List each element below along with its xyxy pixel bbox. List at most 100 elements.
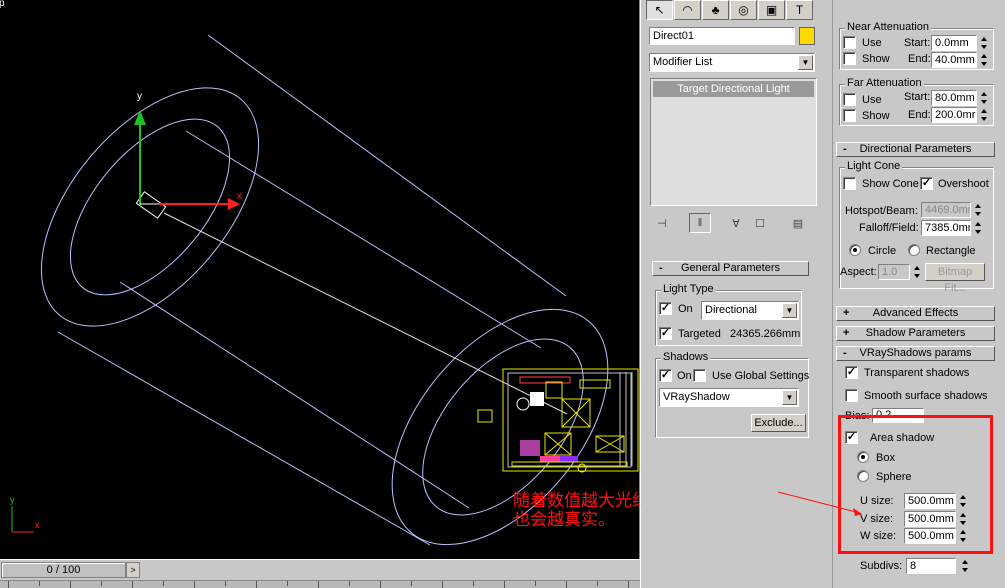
configure-modifier-sets-icon[interactable]: ▤ [787, 213, 809, 233]
chevron-down-icon[interactable]: ▼ [782, 390, 797, 405]
show-end-result-icon[interactable]: ‖ [689, 213, 711, 233]
corner-axis-y: y [10, 495, 15, 505]
falloff-label: Falloff/Field: [859, 222, 919, 234]
modifier-list-dropdown[interactable]: Modifier List ▼ [649, 53, 815, 72]
remove-modifier-icon[interactable]: ☐ [749, 213, 771, 233]
make-unique-icon[interactable]: ∀ [725, 213, 747, 233]
light-type-dropdown[interactable]: Directional ▼ [701, 301, 799, 320]
use-global-settings-label: Use Global Settings [712, 370, 810, 382]
rollout-title: General Parameters [680, 262, 781, 274]
display-tab-icon[interactable]: ▣ [758, 0, 785, 20]
far-end-spinner[interactable] [980, 108, 989, 122]
modifier-list-label: Modifier List [653, 56, 713, 68]
shadows-on-label: On [677, 370, 692, 382]
group-label: Far Attenuation [845, 77, 924, 90]
far-end-field[interactable]: 200.0mr [931, 107, 977, 123]
track-tick [225, 581, 226, 586]
shadow-type-dropdown[interactable]: VRayShadow ▼ [659, 388, 799, 407]
transparent-shadows-checkbox[interactable]: ✓ [845, 366, 858, 379]
hotspot-field[interactable]: 4469.0mm [921, 202, 971, 218]
shadows-on-checkbox[interactable]: ✓ [659, 369, 672, 382]
modifier-stack[interactable]: Target Directional Light [650, 78, 817, 206]
far-start-field[interactable]: 80.0mm [931, 90, 977, 106]
targeted-checkbox[interactable]: ✓ [659, 327, 672, 340]
aspect-field[interactable]: 1.0 [878, 264, 910, 280]
track-tick [70, 581, 71, 588]
far-start-spinner[interactable] [980, 91, 989, 105]
pin-stack-icon[interactable]: ⊣ [651, 213, 673, 233]
hotspot-spinner[interactable] [974, 203, 983, 217]
track-tick [132, 581, 133, 588]
rectangle-label: Rectangle [926, 245, 976, 257]
far-show-checkbox[interactable] [843, 109, 856, 122]
viewport-top[interactable]: x y y x 随着数值越大光 也会越真实。 [0, 0, 640, 559]
near-start-field[interactable]: 0.0mm [931, 35, 977, 51]
far-use-checkbox[interactable] [843, 93, 856, 106]
overshoot-checkbox[interactable]: ✓ [920, 177, 933, 190]
near-show-checkbox[interactable] [843, 52, 856, 65]
near-end-spinner[interactable] [980, 53, 989, 67]
modify-tab-icon[interactable]: ◠ [674, 0, 701, 20]
track-tick [163, 581, 164, 586]
track-tick [473, 581, 474, 586]
near-use-checkbox[interactable] [843, 36, 856, 49]
utilities-tab-icon[interactable]: T [786, 0, 813, 20]
bitmap-fit-button[interactable]: Bitmap Fit... [925, 263, 985, 294]
annotation-text: 随着数值越大光线就回越虚 也会越真实。 [513, 491, 639, 530]
annotation-line-1: 随着数值越大光线就回越虚 [513, 491, 639, 511]
track-tick [287, 581, 288, 586]
time-slider[interactable]: 0 / 100 [1, 562, 126, 578]
hotspot-label: Hotspot/Beam: [845, 205, 918, 217]
falloff-spinner[interactable] [974, 221, 983, 235]
smooth-surface-shadows-label: Smooth surface shadows [864, 390, 988, 402]
vrayshadows-params-rollout[interactable]: - VRayShadows params [836, 346, 995, 361]
track-tick [256, 581, 257, 588]
group-label: Light Cone [845, 160, 903, 173]
far-use-label: Use [862, 94, 882, 106]
group-label: Near Attenuation [845, 21, 931, 34]
hierarchy-tab-icon[interactable]: ♣ [702, 0, 729, 20]
rectangle-radio[interactable] [908, 244, 920, 256]
general-parameters-rollout[interactable]: - General Parameters [652, 261, 809, 276]
shadow-parameters-rollout[interactable]: + Shadow Parameters [836, 326, 995, 341]
aspect-spinner[interactable] [913, 265, 922, 279]
subdivs-field[interactable]: 8 [906, 558, 956, 574]
3dsmax-window: x y y x 随着数值越大光 也会越真实。 0 / 100 > ↖ ◠ ♣ ◎… [0, 0, 1005, 588]
track-tick [194, 581, 195, 588]
rollout-title: VRayShadows params [859, 347, 972, 359]
advanced-effects-rollout[interactable]: + Advanced Effects [836, 306, 995, 321]
circle-radio[interactable] [849, 244, 861, 256]
smooth-surface-shadows-checkbox[interactable] [845, 389, 858, 402]
light-on-checkbox[interactable]: ✓ [659, 302, 672, 315]
exclude-button[interactable]: Exclude... [751, 414, 806, 432]
chevron-down-icon[interactable]: ▼ [798, 55, 813, 70]
stack-item-target-directional-light[interactable]: Target Directional Light [653, 81, 814, 97]
chevron-down-icon[interactable]: ▼ [782, 303, 797, 318]
gizmo-y-label: y [137, 91, 142, 102]
show-cone-checkbox[interactable] [843, 177, 856, 190]
viewport-label[interactable]: p [0, 0, 5, 9]
track-bar[interactable] [0, 580, 640, 588]
near-start-label: Start: [904, 37, 931, 49]
falloff-field[interactable]: 7385.0mm [921, 220, 971, 236]
targeted-label: Targeted [678, 328, 721, 340]
object-color-swatch[interactable] [799, 27, 815, 45]
track-tick [39, 581, 40, 586]
subdivs-spinner[interactable] [961, 559, 970, 573]
far-show-label: Show [862, 110, 890, 122]
near-start-spinner[interactable] [980, 36, 989, 50]
time-slider-bar: 0 / 100 > [0, 559, 640, 588]
target-distance-value: 24365.266mm [730, 328, 801, 340]
directional-parameters-rollout[interactable]: - Directional Parameters [836, 142, 995, 157]
create-tab-icon[interactable]: ↖ [646, 0, 673, 20]
next-frame-button[interactable]: > [126, 562, 140, 578]
use-global-settings-checkbox[interactable] [693, 369, 706, 382]
far-end-label: End: [908, 109, 931, 121]
far-start-label: Start: [904, 91, 931, 103]
near-end-field[interactable]: 40.0mm [931, 52, 977, 68]
track-tick [318, 581, 319, 588]
object-name-field[interactable]: Direct01 [649, 27, 795, 45]
overshoot-label: Overshoot [938, 178, 989, 190]
motion-tab-icon[interactable]: ◎ [730, 0, 757, 20]
track-tick [628, 581, 629, 588]
